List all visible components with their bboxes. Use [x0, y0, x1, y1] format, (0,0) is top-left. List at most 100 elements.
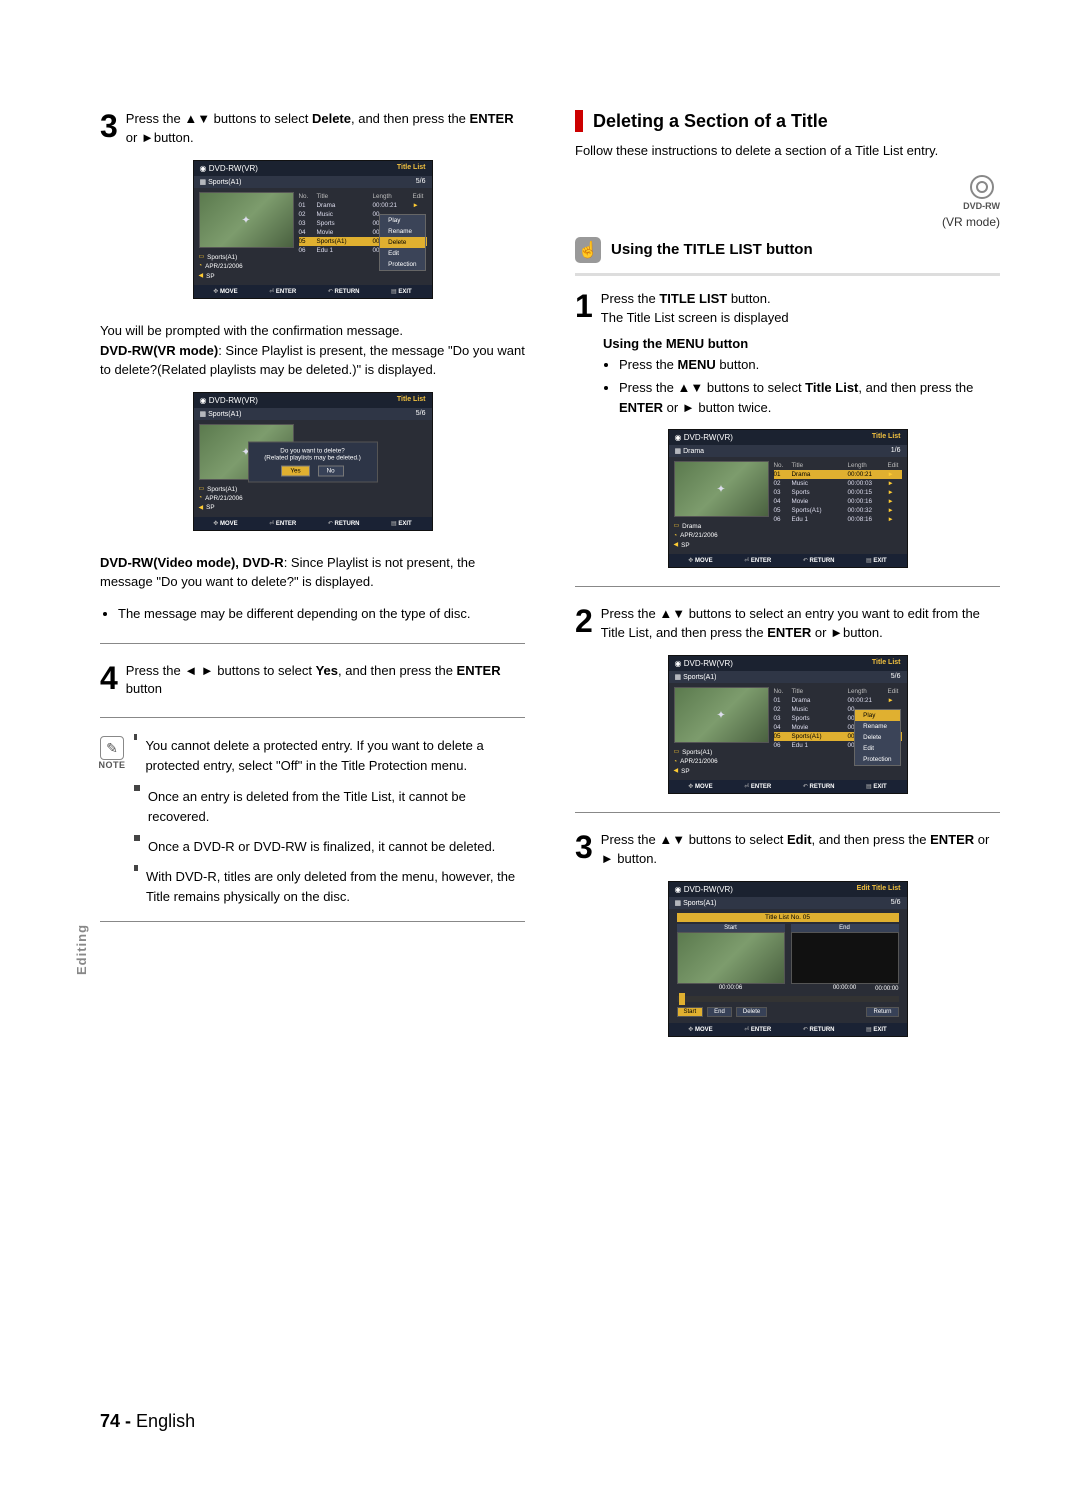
keyword-edit: Edit — [787, 832, 812, 847]
keyword-enter: ENTER — [767, 625, 811, 640]
col-length: Length — [373, 193, 409, 200]
osd-page-indicator: 5/6 — [416, 178, 426, 186]
note-label: NOTE — [98, 760, 126, 770]
updown-arrows-icon: ▲▼ — [184, 111, 210, 126]
right-column: Deleting a Section of a Title Follow the… — [575, 110, 1000, 1041]
dialog-subtext: (Related playlists may be deleted.) — [257, 455, 369, 462]
meta-title: Sports(A1) — [207, 253, 237, 262]
thumbnail-icon — [199, 192, 294, 248]
timeline-bar: 00:00:00 — [677, 996, 899, 1002]
square-bullet-icon — [134, 865, 138, 871]
subheading-menu: Using the MENU button — [603, 336, 1000, 351]
osd-delete-confirm: ◉ DVD-RW(VR)Title List ▦ Sports(A1)5/6 ▭… — [193, 392, 433, 531]
section-title: Deleting a Section of a Title — [593, 111, 828, 132]
text: Press the — [126, 111, 185, 126]
step-2: 2 Press the ▲▼ buttons to select an entr… — [575, 605, 1000, 643]
video-mode-paragraph: DVD-RW(Video mode), DVD-R: Since Playlis… — [100, 553, 525, 592]
timeline-cursor-icon — [679, 993, 685, 1005]
col-title: Title — [317, 193, 369, 200]
col-no: No. — [299, 193, 313, 200]
thumbnail-icon — [674, 461, 769, 517]
step-4: 4 Press the ◄ ► buttons to select Yes, a… — [100, 662, 525, 700]
start-time: 00:00:06 — [677, 984, 785, 992]
note-item: Once a DVD-R or DVD-RW is finalized, it … — [148, 837, 495, 857]
keyword-delete: Delete — [312, 111, 351, 126]
text: button. — [154, 130, 194, 145]
text: , and then press the — [351, 111, 470, 126]
leftright-arrows-icon: ◄ ► — [184, 663, 213, 678]
osd-current-title: Sports(A1) — [208, 179, 241, 186]
ctrl-end-button: End — [707, 1007, 732, 1017]
prompt-paragraph: You will be prompted with the confirmati… — [100, 321, 525, 380]
context-menu: Play Rename Delete Edit Protection — [379, 214, 425, 271]
end-frame-icon — [791, 932, 899, 984]
right-arrow-icon: ► — [830, 625, 843, 640]
start-frame-icon — [677, 932, 785, 984]
meta-quality: SP — [206, 272, 214, 281]
ctx-protection: Protection — [380, 259, 424, 270]
square-bullet-icon — [134, 734, 137, 740]
osd-title: Edit Title List — [857, 885, 901, 894]
red-marker-icon — [575, 110, 583, 132]
note-item: With DVD-R, titles are only deleted from… — [146, 867, 525, 907]
step-number-4: 4 — [100, 662, 118, 694]
ctx-delete: Delete — [380, 237, 424, 248]
dialog-question: Do you want to delete? — [257, 448, 369, 455]
note-icon: ✎ — [100, 736, 124, 760]
frame-start-label: Start — [677, 924, 785, 932]
menu-bullet: Press the ▲▼ buttons to select Title Lis… — [619, 378, 1000, 417]
ctrl-delete-button: Delete — [736, 1007, 767, 1017]
menu-bullet: Press the MENU button. — [619, 355, 1000, 375]
osd-title: Title List — [397, 164, 426, 173]
right-arrow-icon: ► — [601, 851, 614, 866]
keyword-enter: ENTER — [470, 111, 514, 126]
note-block: ✎ NOTE You cannot delete a protected ent… — [100, 736, 525, 917]
step-3: 3 Press the ▲▼ buttons to select Delete,… — [100, 110, 525, 148]
section-header: Deleting a Section of a Title — [575, 110, 1000, 132]
square-bullet-icon — [134, 835, 140, 841]
col-edit: Edit — [413, 193, 427, 200]
section-intro: Follow these instructions to delete a se… — [575, 142, 1000, 161]
disc-type-label: DVD-RW — [963, 201, 1000, 211]
ctrl-start-button: Start — [677, 1007, 704, 1017]
keyword-title-list: TITLE LIST — [659, 291, 727, 306]
osd-edit-titlelist: ◉ DVD-RW(VR)Edit Title List ▦ Sports(A1)… — [668, 881, 908, 1037]
remote-icon: ☝ — [575, 237, 601, 263]
ctx-rename: Rename — [380, 226, 424, 237]
dialog-no-button: No — [318, 466, 344, 477]
text: buttons to select — [210, 111, 312, 126]
note-item: Once an entry is deleted from the Title … — [148, 787, 525, 827]
updown-arrows-icon: ▲▼ — [659, 832, 685, 847]
dialog-yes-button: Yes — [281, 466, 309, 477]
timeline-total: 00:00:00 — [875, 986, 898, 992]
step-number-3: 3 — [575, 831, 593, 863]
disc-mode-label: (VR mode) — [575, 215, 1000, 229]
step-3-right: 3 Press the ▲▼ buttons to select Edit, a… — [575, 831, 1000, 869]
section-tab-editing: Editing — [74, 924, 89, 975]
keyword-yes: Yes — [316, 663, 338, 678]
manual-page: Editing 3 Press the ▲▼ buttons to select… — [0, 0, 1080, 1487]
disc-badge: DVD-RW (VR mode) — [575, 175, 1000, 229]
step-1: 1 Press the TITLE LIST button. The Title… — [575, 290, 1000, 328]
page-footer: 74 - English — [100, 1411, 195, 1432]
step-number-3: 3 — [100, 110, 118, 142]
ctx-edit: Edit — [380, 248, 424, 259]
right-arrow-icon: ► — [682, 400, 695, 415]
updown-arrows-icon: ▲▼ — [659, 606, 685, 621]
subheading-title-list: Using the TITLE LIST button — [611, 241, 813, 258]
text: or — [126, 130, 141, 145]
right-arrow-icon: ► — [141, 130, 154, 145]
context-menu: Play Rename Delete Edit Protection — [854, 709, 900, 766]
step-number-1: 1 — [575, 290, 593, 322]
ctx-play: Play — [380, 215, 424, 226]
confirm-dialog: Do you want to delete? (Related playlist… — [248, 442, 378, 483]
meta-date: APR/21/2006 — [205, 262, 242, 271]
left-column: 3 Press the ▲▼ buttons to select Delete,… — [100, 110, 525, 1041]
disc-icon — [970, 175, 994, 199]
page-number: 74 - — [100, 1411, 131, 1431]
step-number-2: 2 — [575, 605, 593, 637]
thumbnail-icon — [674, 687, 769, 743]
square-bullet-icon — [134, 785, 140, 791]
keyword-enter: ENTER — [457, 663, 501, 678]
osd-titlelist-delete: ◉ DVD-RW(VR)Title List ▦ Sports(A1)5/6 ▭… — [193, 160, 433, 299]
